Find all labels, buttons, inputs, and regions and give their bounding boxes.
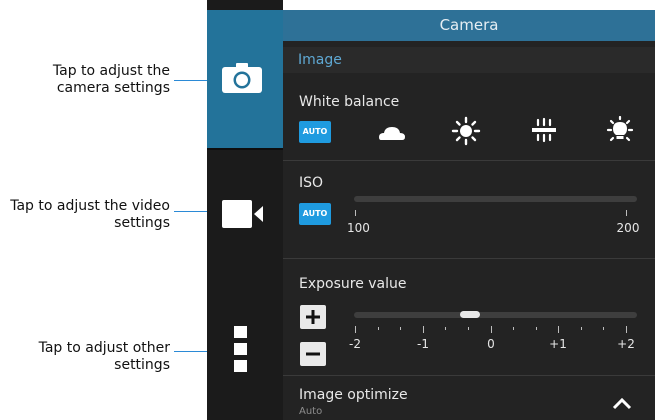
exposure-tick-label: -2 [349, 337, 361, 351]
exposure-tick-label: 0 [487, 337, 495, 351]
iso-tick-min [355, 210, 356, 216]
iso-max-label: 200 [616, 221, 640, 235]
exposure-tick-minor [400, 327, 401, 330]
callout-other-line2: settings [114, 357, 170, 373]
sidebar-item-other[interactable] [207, 280, 283, 420]
exposure-slider-thumb[interactable] [460, 311, 480, 318]
callout-video-line2: settings [114, 215, 170, 231]
iso-slider-track[interactable] [354, 196, 637, 202]
callout-camera-line1: Tap to adjust the [52, 63, 170, 79]
callout-video: Tap to adjust the video settings [0, 198, 170, 232]
white-balance-auto-button[interactable]: AUTO [299, 121, 331, 143]
exposure-slider-track[interactable] [354, 312, 637, 318]
exposure-tick-major [355, 326, 356, 333]
image-optimize-label: Image optimize [299, 387, 408, 403]
sunny-icon[interactable] [451, 116, 481, 146]
exposure-minus-button[interactable] [300, 342, 326, 366]
sidebar-item-video[interactable] [207, 150, 283, 280]
iso-auto-button[interactable]: AUTO [299, 203, 331, 225]
white-balance-label: White balance [299, 94, 400, 110]
exposure-tick-major [423, 326, 424, 333]
exposure-value-label: Exposure value [299, 276, 407, 292]
section-title-image: Image [283, 47, 655, 73]
image-optimize-row[interactable]: Image optimize Auto [283, 376, 655, 420]
iso-min-label: 100 [347, 221, 370, 235]
callout-camera: Tap to adjust the camera settings [20, 63, 170, 97]
exposure-tick-label: +1 [549, 337, 567, 351]
more-icon [234, 326, 247, 372]
settings-sidebar [207, 0, 283, 420]
exposure-plus-button[interactable] [300, 305, 326, 329]
exposure-tick-minor [581, 327, 582, 330]
divider-1 [283, 160, 655, 161]
chevron-up-icon[interactable] [611, 396, 633, 410]
exposure-tick-minor [603, 327, 604, 330]
sidebar-item-camera[interactable] [207, 10, 283, 149]
camera-icon [222, 63, 262, 93]
image-optimize-value: Auto [299, 406, 323, 417]
minus-icon [306, 352, 320, 356]
callout-other: Tap to adjust other settings [20, 340, 170, 374]
iso-tick-max [626, 210, 627, 216]
fluorescent-icon[interactable] [529, 116, 559, 146]
exposure-tick-minor [378, 327, 379, 330]
plus-icon [306, 310, 320, 324]
callout-camera-line2: camera settings [56, 80, 170, 96]
panel-title: Camera [283, 10, 655, 41]
divider-2 [283, 258, 655, 259]
incandescent-icon[interactable] [605, 116, 635, 146]
exposure-tick-major [626, 326, 627, 333]
exposure-tick-minor [445, 327, 446, 330]
exposure-tick-major [558, 326, 559, 333]
exposure-tick-major [491, 326, 492, 333]
iso-label: ISO [299, 175, 324, 191]
camera-settings-panel: Camera Image White balance AUTO ISO AUTO… [283, 10, 655, 420]
callout-video-line1: Tap to adjust the video [10, 198, 170, 214]
exposure-tick-label: -1 [417, 337, 429, 351]
exposure-tick-minor [513, 327, 514, 330]
cloudy-icon[interactable] [377, 116, 407, 146]
exposure-tick-minor [468, 327, 469, 330]
callout-other-line1: Tap to adjust other [38, 340, 170, 356]
exposure-tick-minor [536, 327, 537, 330]
exposure-tick-label: +2 [617, 337, 635, 351]
video-camera-icon [222, 200, 263, 228]
